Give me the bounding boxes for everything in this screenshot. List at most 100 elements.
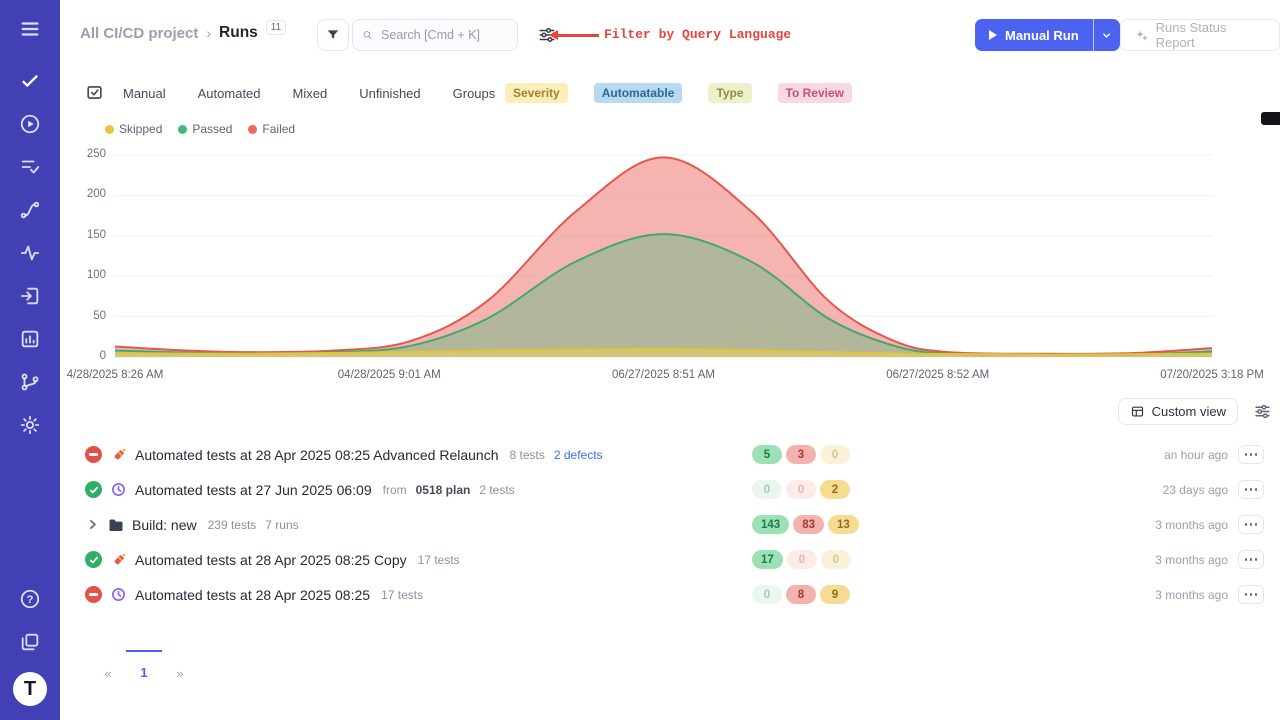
chart-y-tick: 50	[72, 310, 106, 322]
tab-automated[interactable]: Automated	[198, 86, 261, 101]
manual-run-label: Manual Run	[1005, 28, 1079, 43]
plan-icon	[110, 481, 127, 498]
annotation-text: Filter by Query Language	[604, 27, 791, 42]
failed-badge: 0	[786, 480, 816, 499]
result-badges: 5 3 0	[752, 445, 850, 464]
skipped-dot	[105, 125, 114, 134]
branches-icon[interactable]	[17, 369, 43, 395]
breadcrumb-current-page: Runs	[219, 24, 258, 42]
custom-view-button[interactable]: Custom view	[1118, 398, 1238, 425]
run-from-label: from	[383, 483, 407, 497]
tab-manual[interactable]: Manual	[123, 86, 166, 101]
list-settings-icon[interactable]	[1254, 403, 1271, 420]
filter-button[interactable]	[317, 19, 349, 51]
tab-groups[interactable]: Groups	[453, 86, 496, 101]
scroll-indicator[interactable]	[1261, 112, 1280, 125]
run-title[interactable]: Automated tests at 28 Apr 2025 08:25	[135, 587, 370, 603]
run-time: 23 days ago	[1163, 483, 1228, 497]
run-title[interactable]: Automated tests at 28 Apr 2025 08:25 Adv…	[135, 447, 498, 463]
run-title[interactable]: Automated tests at 28 Apr 2025 08:25 Cop…	[135, 552, 407, 568]
tab-mixed[interactable]: Mixed	[293, 86, 328, 101]
folder-icon	[107, 516, 124, 533]
legend-skipped-label: Skipped	[119, 122, 162, 136]
skipped-badge: 13	[828, 515, 859, 534]
milestones-icon[interactable]	[17, 197, 43, 223]
filter-chip-type[interactable]: Type	[708, 83, 751, 103]
chart-x-tick: 04/28/2025 9:01 AM	[338, 369, 441, 381]
failed-badge: 8	[786, 585, 816, 604]
failed-badge: 0	[787, 550, 817, 569]
menu-icon[interactable]	[17, 16, 43, 42]
run-row[interactable]: Automated tests at 28 Apr 2025 08:25 Cop…	[60, 542, 1280, 577]
run-row[interactable]: Automated tests at 28 Apr 2025 08:25 17 …	[60, 577, 1280, 612]
run-tests-count: 17 tests	[381, 588, 423, 602]
more-actions-button[interactable]	[1238, 445, 1264, 464]
tests-icon[interactable]	[17, 68, 43, 94]
run-tests-count: 17 tests	[418, 553, 460, 567]
sparkle-icon	[1134, 28, 1149, 43]
tab-unfinished[interactable]: Unfinished	[359, 86, 420, 101]
search-icon	[362, 28, 373, 42]
manual-run-split-button: Manual Run	[975, 19, 1120, 51]
filter-chip-to-review[interactable]: To Review	[778, 83, 852, 103]
more-actions-button[interactable]	[1238, 585, 1264, 604]
result-badges: 143 83 13	[752, 515, 859, 534]
settings-icon[interactable]	[17, 412, 43, 438]
filter-chip-automatable[interactable]: Automatable	[594, 83, 683, 103]
bulk-select-icon[interactable]	[85, 83, 104, 102]
run-title[interactable]: Automated tests at 27 Jun 2025 06:09	[135, 482, 372, 498]
manual-run-dropdown-button[interactable]	[1094, 19, 1120, 51]
breadcrumb-project[interactable]: All CI/CD project	[80, 25, 198, 42]
main-content: All CI/CD project › Runs 11 Filter by Qu…	[60, 0, 1280, 720]
analytics-icon[interactable]	[17, 326, 43, 352]
passed-badge: 0	[752, 585, 782, 604]
app-window: ? T All CI/CD project › Runs 11 Filter b…	[0, 0, 1280, 720]
chart-legend: Skipped Passed Failed	[105, 122, 295, 136]
runs-status-report-button[interactable]: Runs Status Report	[1120, 19, 1280, 51]
play-icon	[989, 30, 997, 40]
projects-icon[interactable]	[17, 629, 43, 655]
run-group-row[interactable]: Build: new 239 tests 7 runs 143 83 13 3 …	[60, 507, 1280, 542]
result-badges: 0 0 2	[752, 480, 850, 499]
chart-y-tick: 100	[72, 269, 106, 281]
more-actions-button[interactable]	[1238, 480, 1264, 499]
status-failed-icon	[85, 586, 102, 603]
failed-badge: 83	[793, 515, 824, 534]
legend-skipped[interactable]: Skipped	[105, 122, 162, 136]
passed-badge: 5	[752, 445, 782, 464]
filter-chip-severity[interactable]: Severity	[505, 83, 568, 103]
pagination: « 1 »	[90, 650, 198, 680]
pagination-page-1[interactable]: 1	[126, 650, 162, 680]
run-row[interactable]: Automated tests at 27 Jun 2025 06:09 fro…	[60, 472, 1280, 507]
passed-badge: 0	[752, 480, 782, 499]
pulse-icon[interactable]	[17, 240, 43, 266]
pagination-prev[interactable]: «	[90, 650, 126, 680]
pagination-next[interactable]: »	[162, 650, 198, 680]
search-input[interactable]	[379, 27, 509, 43]
inbox-icon[interactable]	[17, 283, 43, 309]
run-plan-name[interactable]: 0518 plan	[416, 483, 471, 497]
more-actions-button[interactable]	[1238, 515, 1264, 534]
help-icon[interactable]: ?	[17, 586, 43, 612]
annotation-arrow	[557, 34, 599, 37]
more-actions-button[interactable]	[1238, 550, 1264, 569]
chart-y-tick: 200	[72, 188, 106, 200]
runs-chart: Skipped Passed Failed 0501001502002504/2…	[60, 112, 1280, 402]
legend-failed-label: Failed	[262, 122, 295, 136]
skipped-badge: 0	[820, 445, 850, 464]
search-box[interactable]	[352, 19, 518, 51]
table-icon	[1130, 404, 1145, 419]
legend-passed[interactable]: Passed	[178, 122, 232, 136]
legend-failed[interactable]: Failed	[248, 122, 295, 136]
chart-x-tick: 07/20/2025 3:18 PM	[1160, 369, 1264, 381]
result-badges: 17 0 0	[752, 550, 851, 569]
status-passed-icon	[85, 481, 102, 498]
run-row[interactable]: Automated tests at 28 Apr 2025 08:25 Adv…	[60, 437, 1280, 472]
run-title[interactable]: Build: new	[132, 517, 197, 533]
run-defects-link[interactable]: 2 defects	[554, 448, 603, 462]
test-plans-icon[interactable]	[17, 154, 43, 180]
app-logo[interactable]: T	[13, 672, 47, 706]
runs-icon[interactable]	[17, 111, 43, 137]
expand-chevron-icon[interactable]	[85, 517, 100, 532]
manual-run-button[interactable]: Manual Run	[975, 19, 1093, 51]
